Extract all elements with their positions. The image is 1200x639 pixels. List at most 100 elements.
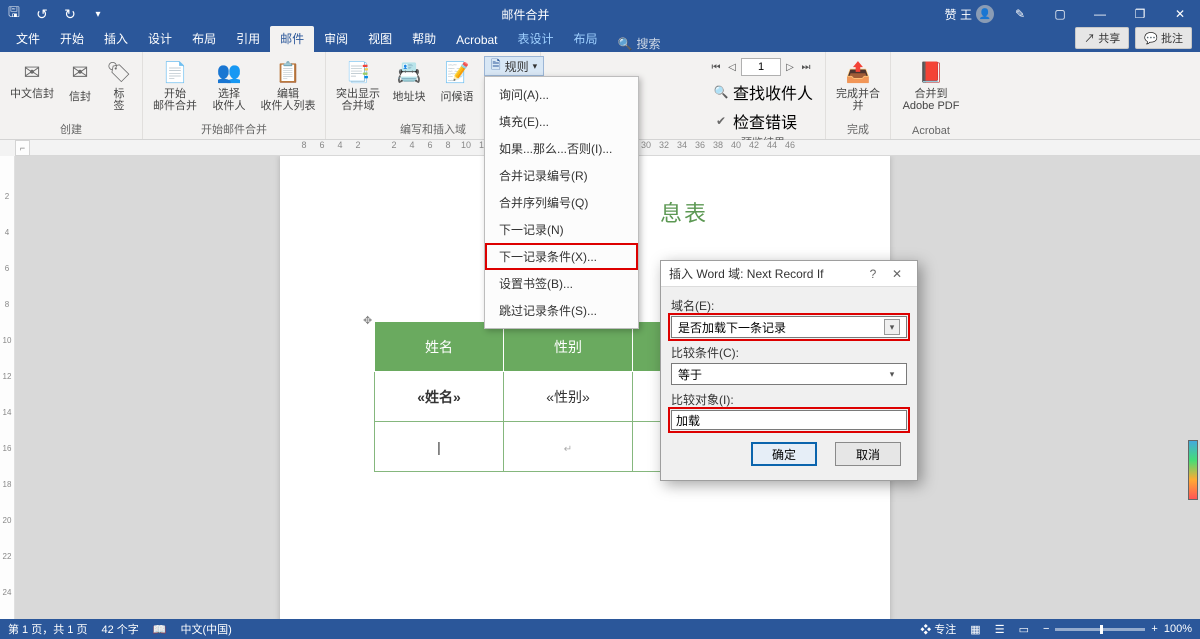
account-button[interactable]: 赞 王 👤: [939, 5, 1000, 23]
first-record-button[interactable]: ⏮: [709, 60, 723, 74]
save-icon[interactable]: 🖫: [0, 0, 28, 28]
group-label: 开始邮件合并: [201, 121, 267, 139]
menu-item-ask[interactable]: 询问(A)...: [485, 81, 638, 108]
next-record-button[interactable]: ▷: [783, 60, 797, 74]
field-name[interactable]: «姓名»: [375, 372, 504, 422]
search-icon: 🔍: [713, 84, 729, 100]
dialog-title: 插入 Word 域: Next Record If: [669, 265, 861, 282]
search-label: 搜索: [637, 35, 661, 52]
col-name: 姓名: [375, 322, 504, 372]
field-name-select[interactable]: 是否加载下一条记录 ▾: [671, 316, 907, 338]
window-minimize-icon[interactable]: —: [1080, 0, 1120, 28]
greeting-line-button[interactable]: 📝问候语: [436, 54, 478, 104]
menu-item-set-bookmark[interactable]: 设置书签(B)...: [485, 270, 638, 297]
record-number-input[interactable]: [741, 58, 781, 76]
menu-item-next-record-if[interactable]: 下一记录条件(X)...: [485, 243, 638, 270]
check-errors-button[interactable]: ✔检查错误: [709, 108, 801, 134]
compare-to-input[interactable]: [671, 410, 907, 430]
ribbon-display-icon[interactable]: ▢: [1040, 0, 1080, 28]
empty-cell[interactable]: ↵: [504, 422, 633, 472]
highlight-fields-button[interactable]: 📑突出显示 合并域: [334, 54, 382, 112]
group-finish: 📤完成并合并 完成: [826, 52, 891, 139]
search-box[interactable]: 🔍 搜索: [608, 35, 671, 52]
record-navigator: ⏮ ◁ ▷ ⏭: [709, 58, 813, 76]
empty-cell[interactable]: |: [375, 422, 504, 472]
share-button[interactable]: ↗ 共享: [1075, 27, 1129, 49]
chevron-down-icon: ▾: [884, 319, 900, 335]
user-name: 赞 王: [945, 6, 972, 23]
vertical-ruler[interactable]: 24681012141618202224: [0, 156, 15, 619]
dialog-titlebar[interactable]: 插入 Word 域: Next Record If ? ✕: [661, 261, 917, 287]
table-anchor-icon[interactable]: ✥: [363, 314, 372, 327]
zoom-out-icon[interactable]: −: [1043, 623, 1049, 635]
chinese-envelope-button[interactable]: ✉中文信封: [8, 54, 56, 100]
group-create: ✉中文信封 ✉信封 🏷标 签 创建: [0, 52, 143, 139]
compare-select[interactable]: 等于 ▾: [671, 363, 907, 385]
qat-customize-icon[interactable]: ▾: [84, 0, 112, 28]
dialog-help-icon[interactable]: ?: [861, 267, 885, 281]
view-read-icon[interactable]: ☰: [995, 623, 1005, 636]
field-gender[interactable]: «性别»: [504, 372, 633, 422]
window-restore-icon[interactable]: ❐: [1120, 0, 1160, 28]
redo-icon[interactable]: ↻: [56, 0, 84, 28]
select-recipients-button[interactable]: 👥选择 收件人: [205, 54, 253, 112]
zoom-slider[interactable]: [1055, 628, 1145, 631]
rules-dropdown-button[interactable]: 🗎 规则 ▾: [484, 56, 544, 76]
prev-record-button[interactable]: ◁: [725, 60, 739, 74]
last-record-button[interactable]: ⏭: [799, 60, 813, 74]
spellcheck-icon[interactable]: 📖: [153, 623, 167, 636]
ribbon: ✉中文信封 ✉信封 🏷标 签 创建 📄开始 邮件合并 👥选择 收件人 📋编辑 收…: [0, 52, 1200, 140]
menu-item-fillin[interactable]: 填充(E)...: [485, 108, 638, 135]
page-indicator[interactable]: 第 1 页，共 1 页: [8, 621, 87, 637]
menu-item-next-record[interactable]: 下一记录(N): [485, 216, 638, 243]
word-count[interactable]: 42 个字: [101, 621, 138, 637]
tab-table-design[interactable]: 表设计: [508, 26, 564, 52]
merge-to-pdf-button[interactable]: 📕合并到 Adobe PDF: [899, 54, 963, 112]
tab-mailings[interactable]: 邮件: [270, 26, 314, 52]
tab-acrobat[interactable]: Acrobat: [446, 29, 507, 52]
menu-item-merge-seq[interactable]: 合并序列编号(Q): [485, 189, 638, 216]
tab-home[interactable]: 开始: [50, 26, 94, 52]
dialog-close-icon[interactable]: ✕: [885, 267, 909, 281]
labels-button[interactable]: 🏷标 签: [104, 54, 134, 112]
tab-view[interactable]: 视图: [358, 26, 402, 52]
zoom-percent[interactable]: 100%: [1164, 623, 1192, 635]
start-merge-button[interactable]: 📄开始 邮件合并: [151, 54, 199, 112]
tab-insert[interactable]: 插入: [94, 26, 138, 52]
address-block-button[interactable]: 📇地址块: [388, 54, 430, 104]
pdf-icon: 📕: [917, 58, 945, 86]
menu-item-ifthenelse[interactable]: 如果...那么...否则(I)...: [485, 135, 638, 162]
menu-item-merge-rec[interactable]: 合并记录编号(R): [485, 162, 638, 189]
field-name-value: 是否加载下一条记录: [678, 319, 786, 336]
language-indicator[interactable]: 中文(中国): [180, 621, 231, 637]
focus-mode-button[interactable]: ❖ 专注: [920, 621, 956, 637]
tab-table-layout[interactable]: 布局: [564, 26, 608, 52]
tab-layout[interactable]: 布局: [182, 26, 226, 52]
window-close-icon[interactable]: ✕: [1160, 0, 1200, 28]
find-recipient-button[interactable]: 🔍查找收件人: [709, 79, 817, 105]
tab-review[interactable]: 审阅: [314, 26, 358, 52]
envelope-icon: ✉: [18, 58, 46, 86]
zoom-control[interactable]: − + 100%: [1043, 623, 1192, 635]
group-label: Acrobat: [912, 125, 950, 139]
envelope-button[interactable]: ✉信封: [62, 54, 98, 104]
finish-merge-button[interactable]: 📤完成并合并: [834, 54, 882, 112]
edit-recipients-button[interactable]: 📋编辑 收件人列表: [259, 54, 317, 112]
list-icon: 📋: [274, 58, 302, 86]
ok-button[interactable]: 确定: [751, 442, 817, 466]
tab-design[interactable]: 设计: [138, 26, 182, 52]
tab-references[interactable]: 引用: [226, 26, 270, 52]
cancel-button[interactable]: 取消: [835, 442, 901, 466]
side-minibar[interactable]: [1188, 440, 1198, 500]
people-icon: 👥: [215, 58, 243, 86]
view-web-icon[interactable]: ▭: [1019, 623, 1029, 636]
tab-help[interactable]: 帮助: [402, 26, 446, 52]
title-bar: 🖫 ↺ ↻ ▾ 邮件合并 赞 王 👤 ✎ ▢ — ❐ ✕: [0, 0, 1200, 28]
ribbon-options-icon[interactable]: ✎: [1000, 0, 1040, 28]
tab-file[interactable]: 文件: [6, 26, 50, 52]
menu-item-skip-record-if[interactable]: 跳过记录条件(S)...: [485, 297, 638, 324]
zoom-in-icon[interactable]: +: [1151, 623, 1157, 635]
undo-icon[interactable]: ↺: [28, 0, 56, 28]
comments-button[interactable]: 💬 批注: [1135, 27, 1192, 49]
view-print-icon[interactable]: ▦: [970, 623, 980, 636]
